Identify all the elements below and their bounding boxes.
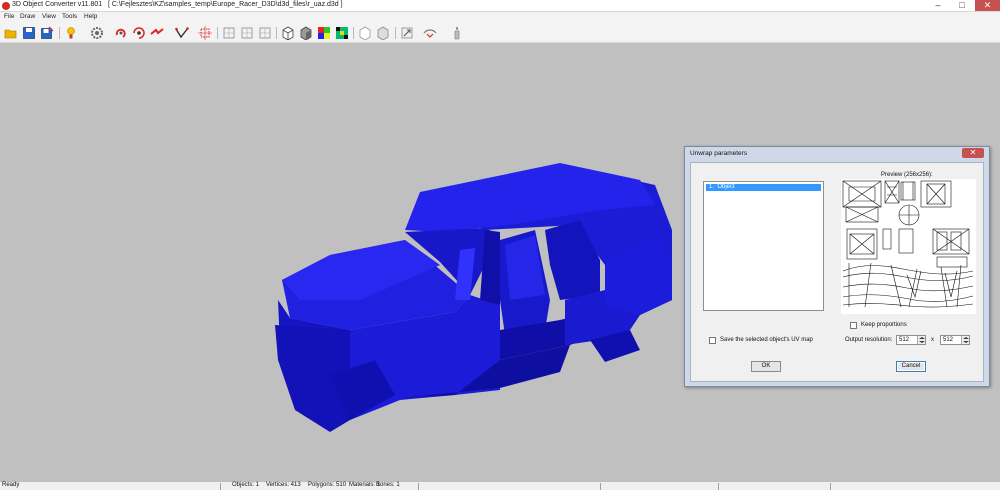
menu-help[interactable]: Help <box>84 13 97 20</box>
axis-icon[interactable] <box>376 26 390 40</box>
toolbar-separator <box>353 27 354 39</box>
spin-up-icon[interactable] <box>919 337 925 339</box>
resolution-width-spinner[interactable]: 512 <box>896 335 926 345</box>
status-divider <box>718 483 719 490</box>
grid-icon[interactable] <box>358 26 372 40</box>
move-icon[interactable] <box>150 26 164 40</box>
status-divider <box>220 483 221 490</box>
save-as-icon[interactable] <box>40 26 54 40</box>
status-bones: Bones: 1 <box>376 482 400 488</box>
save-icon[interactable] <box>22 26 36 40</box>
dialog-title: Unwrap parameters <box>690 150 748 157</box>
spin-down-icon[interactable] <box>963 341 969 343</box>
lightbulb-icon[interactable] <box>64 26 78 40</box>
resolution-height-value: 512 <box>943 337 954 343</box>
toolbar-separator <box>59 27 60 39</box>
spin-down-icon[interactable] <box>919 341 925 343</box>
toolbar-separator <box>276 27 277 39</box>
preview-label: Preview (256x256): <box>881 172 933 178</box>
settings-gear-icon[interactable] <box>90 26 104 40</box>
status-bar: Ready Objects: 1 Vertices: 413 Polygons:… <box>0 481 1000 490</box>
magic-icon[interactable] <box>450 26 464 40</box>
resolution-height-stepper[interactable] <box>961 336 969 344</box>
flip-icon[interactable] <box>423 26 437 40</box>
list-item-object[interactable]: 1. Object <box>706 184 821 191</box>
menu-draw[interactable]: Draw <box>20 13 35 20</box>
rotate-target-icon[interactable] <box>132 26 146 40</box>
menu-view[interactable]: View <box>42 13 56 20</box>
maximize-button[interactable]: □ <box>951 0 973 11</box>
save-uv-map-checkbox[interactable] <box>709 337 716 344</box>
cancel-button[interactable]: Cancel <box>896 361 926 372</box>
zoom-icon[interactable] <box>400 26 414 40</box>
save-uv-map-label: Save the selected object's UV map <box>720 337 813 343</box>
wireframe-icon[interactable] <box>281 26 295 40</box>
toolbar-separator <box>217 27 218 39</box>
status-vertices: Vertices: 413 <box>266 482 301 488</box>
output-resolution-label: Output resolution: <box>845 337 893 343</box>
toolbar <box>0 23 1000 43</box>
resolution-width-stepper[interactable] <box>917 336 925 344</box>
draw-vertices-icon[interactable] <box>175 26 189 40</box>
keep-proportions-label: Keep proportions <box>861 322 907 328</box>
resolution-height-spinner[interactable]: 512 <box>940 335 970 345</box>
view-front-icon[interactable] <box>222 26 236 40</box>
status-divider <box>830 483 831 490</box>
keep-proportions-checkbox[interactable] <box>850 322 857 329</box>
object-list[interactable]: 1. Object <box>703 181 824 311</box>
close-button[interactable]: ✕ <box>975 0 1000 11</box>
status-objects: Objects: 1 <box>232 482 260 488</box>
texture-icon[interactable] <box>335 26 349 40</box>
spin-up-icon[interactable] <box>963 337 969 339</box>
solid-icon[interactable] <box>299 26 313 40</box>
rotate-icon[interactable] <box>114 26 128 40</box>
dialog-body: 1. Object Preview (256x256): Keep propor… <box>690 162 984 382</box>
toolbar-separator <box>395 27 396 39</box>
status-polygons: Polygons: 510 <box>308 482 347 488</box>
view-top-icon[interactable] <box>258 26 272 40</box>
title-bar: 3D Object Converter v11.801 [ C:\Fejlesz… <box>0 0 1000 12</box>
status-ready: Ready <box>2 482 20 488</box>
open-icon[interactable] <box>4 26 18 40</box>
ok-button[interactable]: OK <box>751 361 781 372</box>
menu-bar: File Draw View Tools Help <box>0 12 1000 23</box>
resolution-width-value: 512 <box>899 337 910 343</box>
view-side-icon[interactable] <box>240 26 254 40</box>
resolution-separator: x <box>931 337 934 343</box>
unwrap-parameters-dialog: Unwrap parameters ✕ 1. Object Preview (2… <box>684 146 990 387</box>
status-divider <box>600 483 601 490</box>
uv-map-preview <box>841 179 976 314</box>
color-icon[interactable] <box>317 26 331 40</box>
status-divider <box>418 483 419 490</box>
bounding-box-icon[interactable] <box>198 26 212 40</box>
dialog-close-button[interactable]: ✕ <box>962 148 984 158</box>
menu-file[interactable]: File <box>4 13 14 20</box>
window-title: 3D Object Converter v11.801 [ C:\Fejlesz… <box>12 1 343 8</box>
menu-tools[interactable]: Tools <box>62 13 77 20</box>
app-logo-icon <box>2 2 10 10</box>
minimize-button[interactable]: – <box>927 0 949 11</box>
